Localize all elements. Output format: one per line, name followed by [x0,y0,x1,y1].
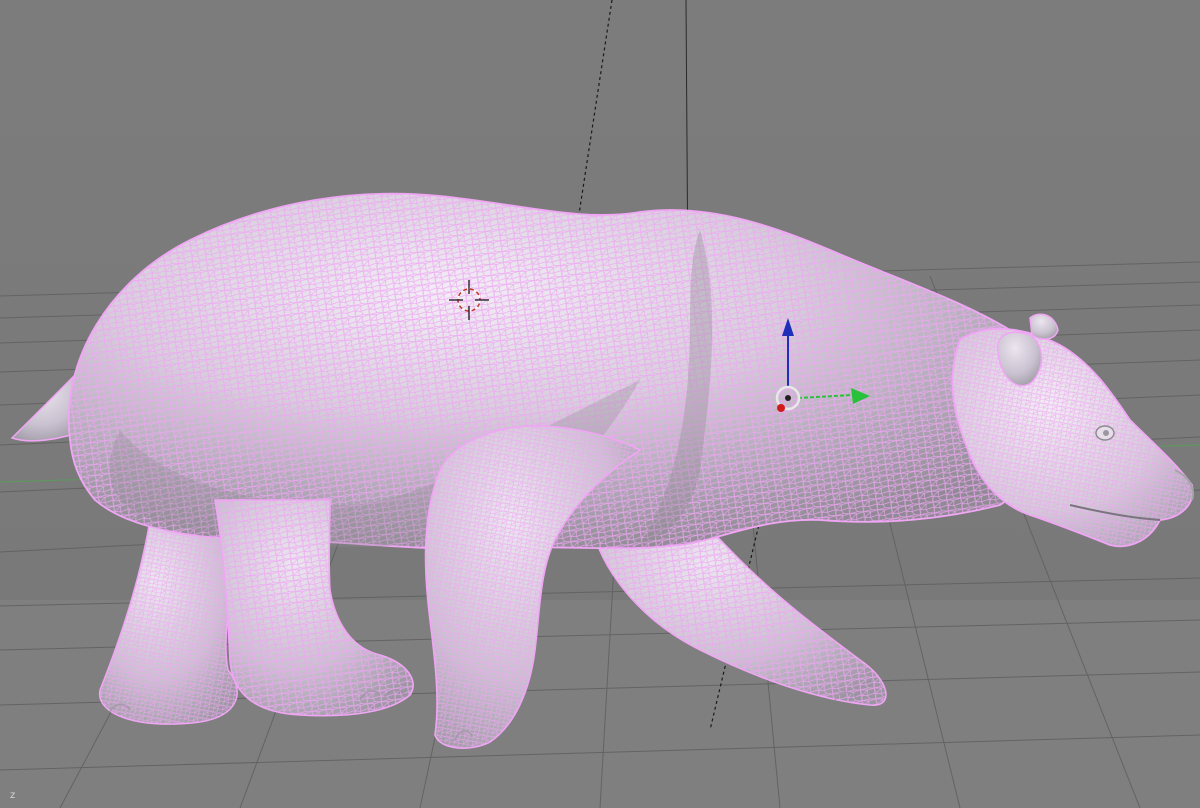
bear-eye-pupil [1103,430,1109,436]
gizmo-center-dot [785,395,791,401]
axis-indicator-label: z [10,790,16,801]
3d-viewport[interactable]: z [0,0,1200,808]
gizmo-x-axis-icon[interactable] [777,404,785,412]
scene-canvas[interactable] [0,0,1200,808]
